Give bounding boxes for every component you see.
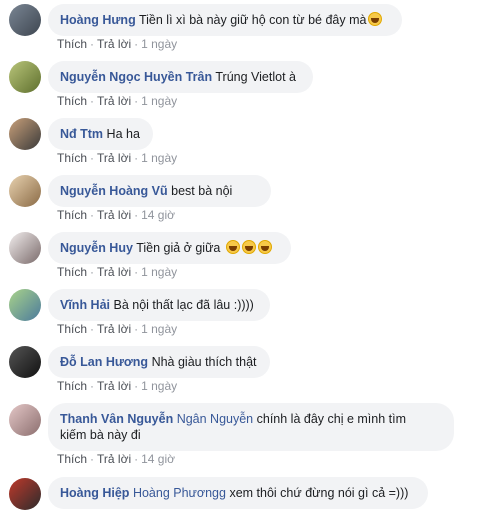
comment-bubble: Vĩnh Hải Bà nội thất lạc đã lâu :)))) [48, 289, 270, 321]
comment-author[interactable]: Đỗ Lan Hương [60, 355, 148, 369]
comment-author[interactable]: Nguyễn Huy [60, 241, 133, 255]
reply-button[interactable]: Trả lời [97, 379, 131, 393]
separator: · [134, 208, 139, 222]
separator: · [134, 94, 139, 108]
avatar[interactable] [9, 175, 41, 207]
comment-text: Bà nội thất lạc đã lâu :)))) [113, 298, 254, 312]
comment-actions: Thích · Trả lời · 14 giờ [57, 452, 175, 466]
separator: · [134, 151, 139, 165]
comment-text: Trúng Vietlot à [215, 70, 296, 84]
comment-author[interactable]: Vĩnh Hải [60, 298, 110, 312]
avatar[interactable] [9, 404, 41, 436]
comment-bubble: Hoàng Hưng Tiền lì xì bà này giữ hộ con … [48, 4, 402, 36]
comment-text: xem thôi chứ đừng nói gì cả =))) [229, 486, 409, 500]
like-button[interactable]: Thích [57, 151, 87, 165]
comment-author[interactable]: Nguyễn Ngọc Huyền Trân [60, 70, 212, 84]
avatar[interactable] [9, 118, 41, 150]
like-button[interactable]: Thích [57, 379, 87, 393]
comment-bubble: Nguyễn Hoàng Vũ best bà nội [48, 175, 271, 207]
comment-text: chính là đây chị e mình tìm [256, 412, 407, 426]
comment-bubble: Nguyễn Huy Tiền giả ở giữa [48, 232, 291, 264]
comment-time[interactable]: 1 ngày [141, 322, 177, 336]
separator: · [134, 37, 139, 51]
comment-actions: Thích · Trả lời · 1 ngày [57, 151, 177, 165]
comment-actions: Thích · Trả lời · 1 ngày [57, 265, 177, 279]
separator: · [134, 265, 139, 279]
comment-bubble: Thanh Vân Nguyễn Ngân Nguyễn chính là đâ… [48, 403, 454, 451]
comment-author[interactable]: Hoàng Hiệp [60, 486, 129, 500]
separator: · [90, 208, 95, 222]
like-button[interactable]: Thích [57, 208, 87, 222]
avatar[interactable] [9, 346, 41, 378]
laughing-emoji-icon [225, 240, 240, 254]
avatar[interactable] [9, 4, 41, 36]
reply-button[interactable]: Trả lời [97, 265, 131, 279]
comment-time[interactable]: 1 ngày [141, 379, 177, 393]
separator: · [134, 379, 139, 393]
reply-button[interactable]: Trả lời [97, 37, 131, 51]
mention-link[interactable]: Hoàng Phươngg [133, 486, 226, 500]
comment-line: Thanh Vân Nguyễn Ngân Nguyễn chính là đâ… [60, 411, 442, 427]
avatar[interactable] [9, 478, 41, 510]
like-button[interactable]: Thích [57, 452, 87, 466]
comment-time[interactable]: 14 giờ [141, 208, 175, 222]
comment-time[interactable]: 14 giờ [141, 452, 175, 466]
comment-author[interactable]: Nđ Ttm [60, 127, 103, 141]
laughing-emoji-icon [241, 240, 256, 254]
comment-text: best bà nội [171, 184, 233, 198]
comment-bubble: Hoàng Hiệp Hoàng Phươngg xem thôi chứ đừ… [48, 477, 428, 509]
comment-text: Tiền giả ở giữa [136, 241, 221, 255]
comment-time[interactable]: 1 ngày [141, 94, 177, 108]
mention-link[interactable]: Ngân Nguyễn [177, 412, 253, 426]
avatar[interactable] [9, 289, 41, 321]
reply-button[interactable]: Trả lời [97, 94, 131, 108]
like-button[interactable]: Thích [57, 37, 87, 51]
comment-time[interactable]: 1 ngày [141, 151, 177, 165]
comment-bubble: Đỗ Lan Hương Nhà giàu thích thật [48, 346, 270, 378]
like-button[interactable]: Thích [57, 265, 87, 279]
like-button[interactable]: Thích [57, 94, 87, 108]
comment-text: Tiền lì xì bà này giữ hộ con từ bé đây m… [138, 13, 367, 27]
comment-author[interactable]: Hoàng Hưng [60, 13, 136, 27]
comment-actions: Thích · Trả lời · 1 ngày [57, 37, 177, 51]
laughing-emoji-icon [257, 240, 272, 254]
avatar[interactable] [9, 232, 41, 264]
comment-actions: Thích · Trả lời · 1 ngày [57, 379, 177, 393]
comment-actions: Thích · Trả lời · 1 ngày [57, 322, 177, 336]
reply-button[interactable]: Trả lời [97, 208, 131, 222]
comment-text: Ha ha [106, 127, 140, 141]
comment-bubble: Nđ Ttm Ha ha [48, 118, 153, 150]
comment-text: Nhà giàu thích thật [151, 355, 257, 369]
separator: · [134, 322, 139, 336]
separator: · [90, 322, 95, 336]
laughing-emoji-icon [368, 12, 383, 26]
avatar[interactable] [9, 61, 41, 93]
reply-button[interactable]: Trả lời [97, 151, 131, 165]
comment-actions: Thích · Trả lời · 1 ngày [57, 94, 177, 108]
reply-button[interactable]: Trả lời [97, 322, 131, 336]
comment-actions: Thích · Trả lời · 14 giờ [57, 208, 175, 222]
comment-time[interactable]: 1 ngày [141, 37, 177, 51]
comment-text-continued: kiếm bà này đi [60, 428, 141, 442]
separator: · [134, 452, 139, 466]
comment-time[interactable]: 1 ngày [141, 265, 177, 279]
separator: · [90, 151, 95, 165]
separator: · [90, 265, 95, 279]
reply-button[interactable]: Trả lời [97, 452, 131, 466]
comment-bubble: Nguyễn Ngọc Huyền Trân Trúng Vietlot à [48, 61, 313, 93]
comment-author[interactable]: Thanh Vân Nguyễn [60, 412, 173, 426]
separator: · [90, 452, 95, 466]
separator: · [90, 379, 95, 393]
like-button[interactable]: Thích [57, 322, 87, 336]
separator: · [90, 37, 95, 51]
comment-author[interactable]: Nguyễn Hoàng Vũ [60, 184, 168, 198]
separator: · [90, 94, 95, 108]
